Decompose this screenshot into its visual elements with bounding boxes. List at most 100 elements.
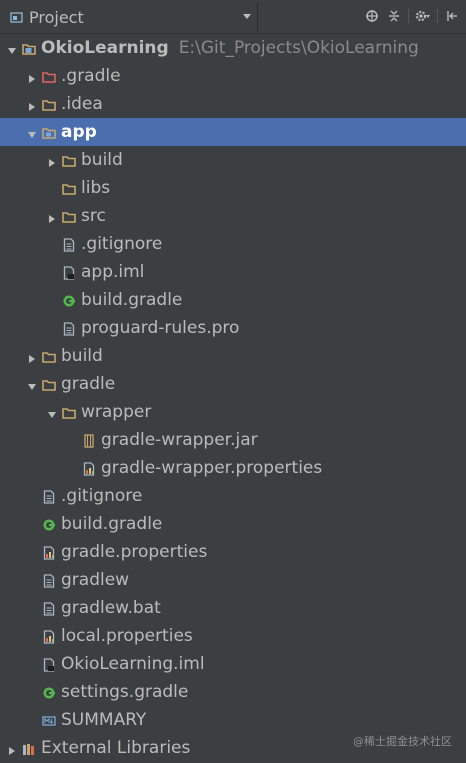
tree-item-label: build.gradle bbox=[81, 290, 183, 310]
tree-row-gitignore[interactable]: .gitignore bbox=[0, 482, 466, 510]
text-file-icon bbox=[42, 573, 56, 588]
tree-row-settings-gradle[interactable]: settings.gradle bbox=[0, 678, 466, 706]
tree-item-label: gradlew bbox=[61, 570, 130, 590]
tree-row-idea[interactable]: .idea bbox=[0, 90, 466, 118]
text-file-icon bbox=[62, 321, 76, 336]
tree-row-app-gitignore[interactable]: .gitignore bbox=[0, 230, 466, 258]
tree-row-app[interactable]: app bbox=[0, 118, 466, 146]
module-icon bbox=[22, 41, 36, 55]
chevron-down-icon[interactable] bbox=[46, 406, 58, 418]
markdown-file-icon bbox=[42, 713, 56, 727]
view-selector-dropdown[interactable]: Project bbox=[0, 2, 258, 32]
chevron-down-icon[interactable] bbox=[26, 378, 38, 390]
tree-item-label: gradle-wrapper.properties bbox=[101, 458, 323, 478]
tree-item-label: .gitignore bbox=[81, 234, 163, 254]
tree-row-app-iml[interactable]: app.iml bbox=[0, 258, 466, 286]
tree-item-label: build bbox=[61, 346, 103, 366]
view-selector-label: Project bbox=[29, 7, 84, 27]
tree-row-gradlew[interactable]: gradlew bbox=[0, 566, 466, 594]
excluded-folder-icon bbox=[42, 69, 56, 83]
folder-icon bbox=[42, 349, 56, 363]
tree-row-wrapper-properties[interactable]: gradle-wrapper.properties bbox=[0, 454, 466, 482]
tree-row-libs[interactable]: libs bbox=[0, 174, 466, 202]
tree-item-label: local.properties bbox=[61, 626, 193, 646]
gradle-file-icon bbox=[42, 685, 56, 699]
tree-row-gradle[interactable]: gradle bbox=[0, 370, 466, 398]
project-tree: OkioLearning E:\Git_Projects\OkioLearning… bbox=[0, 34, 466, 762]
folder-icon bbox=[62, 181, 76, 195]
tree-item-label: src bbox=[81, 206, 106, 226]
tree-item-label: gradlew.bat bbox=[61, 598, 161, 618]
tree-item-label: build.gradle bbox=[61, 514, 163, 534]
tree-item-label: libs bbox=[81, 178, 111, 198]
chevron-right-icon[interactable] bbox=[26, 70, 38, 83]
tree-item-label: proguard-rules.pro bbox=[81, 318, 240, 338]
chevron-down-icon bbox=[243, 14, 251, 19]
tree-row-gradlew-bat[interactable]: gradlew.bat bbox=[0, 594, 466, 622]
project-toolbar: Project bbox=[0, 0, 466, 34]
tree-item-label: .gradle bbox=[61, 66, 121, 86]
toolbar-divider bbox=[408, 9, 409, 23]
tree-item-label: build bbox=[81, 150, 123, 170]
tree-item-label: OkioLearning E:\Git_Projects\OkioLearning bbox=[41, 38, 419, 58]
chevron-right-icon[interactable] bbox=[46, 154, 58, 167]
tree-row-build-gradle[interactable]: build.gradle bbox=[0, 510, 466, 538]
tree-item-label: gradle-wrapper.jar bbox=[101, 430, 258, 450]
tree-item-label: SUMMARY bbox=[61, 710, 147, 730]
settings-icon[interactable] bbox=[415, 8, 431, 24]
folder-icon bbox=[62, 209, 76, 223]
folder-icon bbox=[62, 153, 76, 167]
tree-item-label: External Libraries bbox=[41, 738, 191, 758]
chevron-down-icon[interactable] bbox=[6, 42, 18, 54]
toolbar-actions bbox=[364, 8, 460, 24]
properties-file-icon bbox=[82, 461, 96, 476]
folder-icon bbox=[62, 405, 76, 419]
tree-row-okiolearning[interactable]: OkioLearning E:\Git_Projects\OkioLearning bbox=[0, 34, 466, 62]
properties-file-icon bbox=[42, 629, 56, 644]
folder-icon bbox=[42, 97, 56, 111]
chevron-right-icon[interactable] bbox=[6, 742, 18, 755]
tree-row-root-iml[interactable]: OkioLearning.iml bbox=[0, 650, 466, 678]
tree-row-proguard[interactable]: proguard-rules.pro bbox=[0, 314, 466, 342]
text-file-icon bbox=[62, 237, 76, 252]
libraries-icon bbox=[22, 741, 36, 755]
iml-file-icon bbox=[62, 265, 76, 280]
properties-file-icon bbox=[42, 545, 56, 560]
jar-file-icon bbox=[82, 433, 96, 448]
tree-item-label: wrapper bbox=[81, 402, 152, 422]
toolbar-divider bbox=[437, 9, 438, 23]
chevron-right-icon[interactable] bbox=[26, 98, 38, 111]
gradle-file-icon bbox=[62, 293, 76, 307]
chevron-down-icon[interactable] bbox=[26, 126, 38, 138]
chevron-right-icon[interactable] bbox=[46, 210, 58, 223]
tree-item-label: OkioLearning.iml bbox=[61, 654, 205, 674]
folder-icon bbox=[42, 377, 56, 391]
tree-row-app-build[interactable]: build bbox=[0, 146, 466, 174]
tree-row-build[interactable]: build bbox=[0, 342, 466, 370]
text-file-icon bbox=[42, 601, 56, 616]
tree-item-label: gradle.properties bbox=[61, 542, 208, 562]
locate-icon[interactable] bbox=[364, 8, 380, 24]
tree-item-label: app.iml bbox=[81, 262, 145, 282]
iml-file-icon bbox=[42, 657, 56, 672]
tree-row-app-build-gradle[interactable]: build.gradle bbox=[0, 286, 466, 314]
tree-item-label: app bbox=[61, 122, 97, 142]
module-folder-icon bbox=[42, 125, 56, 139]
collapse-all-icon[interactable] bbox=[386, 8, 402, 24]
tree-item-label: settings.gradle bbox=[61, 682, 189, 702]
hide-panel-icon[interactable] bbox=[444, 8, 460, 24]
tree-item-label: .idea bbox=[61, 94, 103, 114]
tree-row-summary[interactable]: SUMMARY bbox=[0, 706, 466, 734]
tree-row-wrapper[interactable]: wrapper bbox=[0, 398, 466, 426]
tree-item-label: .gitignore bbox=[61, 486, 143, 506]
tree-row-src[interactable]: src bbox=[0, 202, 466, 230]
project-view-icon bbox=[10, 11, 23, 23]
tree-row-gradle-properties[interactable]: gradle.properties bbox=[0, 538, 466, 566]
tree-item-label: gradle bbox=[61, 374, 116, 394]
chevron-right-icon[interactable] bbox=[26, 350, 38, 363]
tree-row-local-properties[interactable]: local.properties bbox=[0, 622, 466, 650]
project-path: E:\Git_Projects\OkioLearning bbox=[178, 38, 419, 58]
tree-row-wrapper-jar[interactable]: gradle-wrapper.jar bbox=[0, 426, 466, 454]
gradle-file-icon bbox=[42, 517, 56, 531]
tree-row-gradle-dir[interactable]: .gradle bbox=[0, 62, 466, 90]
